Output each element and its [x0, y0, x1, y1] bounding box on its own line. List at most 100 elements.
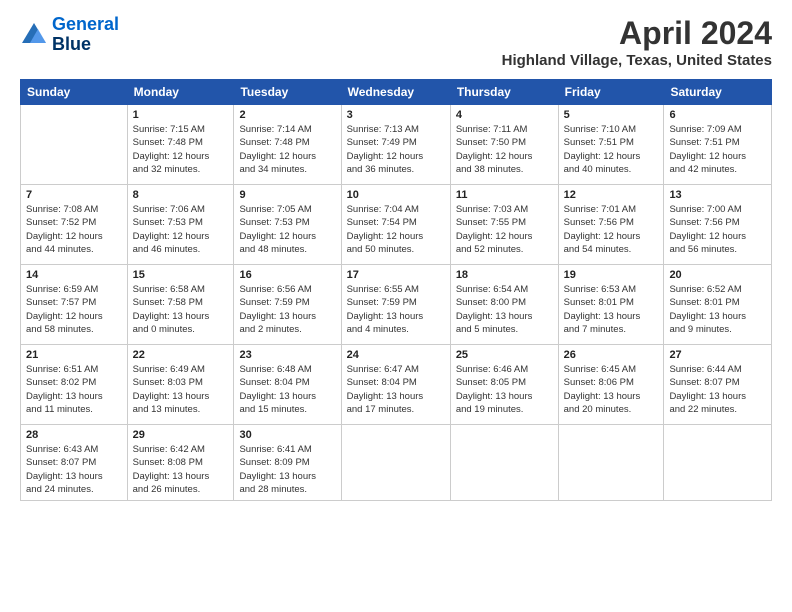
day-number: 2	[239, 109, 335, 121]
table-row: 28 Sunrise: 6:43 AMSunset: 8:07 PMDayligh…	[21, 425, 128, 501]
day-info: Sunrise: 6:44 AMSunset: 8:07 PMDaylight:…	[669, 363, 766, 416]
table-row: 19Sunrise: 6:53 AMSunset: 8:01 PMDayligh…	[558, 265, 664, 345]
table-row: 4 Sunrise: 7:11 AMSunset: 7:50 PMDaylight…	[450, 105, 558, 185]
calendar-week-row: 21 Sunrise: 6:51 AMSunset: 8:02 PMDayligh…	[21, 345, 772, 425]
day-number: 9	[239, 189, 335, 201]
calendar-header-row: Sunday Monday Tuesday Wednesday Thursday…	[21, 80, 772, 105]
table-row: 5Sunrise: 7:10 AMSunset: 7:51 PMDaylight…	[558, 105, 664, 185]
logo: General Blue	[20, 15, 119, 55]
day-info: Sunrise: 7:01 AMSunset: 7:56 PMDaylight:…	[564, 203, 659, 256]
calendar-week-row: 14 Sunrise: 6:59 AMSunset: 7:57 PMDayligh…	[21, 265, 772, 345]
day-number: 26	[564, 349, 659, 361]
day-info: Sunrise: 6:59 AMSunset: 7:57 PMDaylight:…	[26, 283, 122, 336]
day-info: Sunrise: 7:04 AMSunset: 7:54 PMDaylight:…	[347, 203, 445, 256]
table-row: 13 Sunrise: 7:00 AMSunset: 7:56 PMDayligh…	[664, 185, 772, 265]
day-info: Sunrise: 6:46 AMSunset: 8:05 PMDaylight:…	[456, 363, 553, 416]
day-number: 28	[26, 429, 122, 441]
day-info: Sunrise: 6:56 AMSunset: 7:59 PMDaylight:…	[239, 283, 335, 336]
col-saturday: Saturday	[664, 80, 772, 105]
table-row: 29 Sunrise: 6:42 AMSunset: 8:08 PMDayligh…	[127, 425, 234, 501]
day-number: 11	[456, 189, 553, 201]
month-title: April 2024	[502, 15, 772, 52]
table-row: 17 Sunrise: 6:55 AMSunset: 7:59 PMDayligh…	[341, 265, 450, 345]
day-number: 29	[133, 429, 229, 441]
day-info: Sunrise: 7:13 AMSunset: 7:49 PMDaylight:…	[347, 123, 445, 176]
table-row: 16 Sunrise: 6:56 AMSunset: 7:59 PMDayligh…	[234, 265, 341, 345]
day-number: 18	[456, 269, 553, 281]
table-row: 1 Sunrise: 7:15 AMSunset: 7:48 PMDaylight…	[127, 105, 234, 185]
col-friday: Friday	[558, 80, 664, 105]
table-row: 15Sunrise: 6:58 AMSunset: 7:58 PMDayligh…	[127, 265, 234, 345]
day-info: Sunrise: 7:11 AMSunset: 7:50 PMDaylight:…	[456, 123, 553, 176]
day-info: Sunrise: 6:43 AMSunset: 8:07 PMDaylight:…	[26, 443, 122, 496]
logo-icon	[20, 21, 48, 49]
table-row: 2 Sunrise: 7:14 AMSunset: 7:48 PMDaylight…	[234, 105, 341, 185]
table-row: 9Sunrise: 7:05 AMSunset: 7:53 PMDaylight…	[234, 185, 341, 265]
day-info: Sunrise: 7:14 AMSunset: 7:48 PMDaylight:…	[239, 123, 335, 176]
day-info: Sunrise: 6:52 AMSunset: 8:01 PMDaylight:…	[669, 283, 766, 336]
day-number: 14	[26, 269, 122, 281]
table-row: 24 Sunrise: 6:47 AMSunset: 8:04 PMDayligh…	[341, 345, 450, 425]
day-info: Sunrise: 7:03 AMSunset: 7:55 PMDaylight:…	[456, 203, 553, 256]
day-info: Sunrise: 6:45 AMSunset: 8:06 PMDaylight:…	[564, 363, 659, 416]
day-number: 17	[347, 269, 445, 281]
day-number: 21	[26, 349, 122, 361]
day-number: 8	[133, 189, 229, 201]
day-number: 27	[669, 349, 766, 361]
day-info: Sunrise: 6:47 AMSunset: 8:04 PMDaylight:…	[347, 363, 445, 416]
day-number: 7	[26, 189, 122, 201]
table-row	[558, 425, 664, 501]
calendar-week-row: 1 Sunrise: 7:15 AMSunset: 7:48 PMDaylight…	[21, 105, 772, 185]
table-row: 30Sunrise: 6:41 AMSunset: 8:09 PMDayligh…	[234, 425, 341, 501]
day-number: 16	[239, 269, 335, 281]
day-info: Sunrise: 6:49 AMSunset: 8:03 PMDaylight:…	[133, 363, 229, 416]
day-number: 19	[564, 269, 659, 281]
day-info: Sunrise: 7:00 AMSunset: 7:56 PMDaylight:…	[669, 203, 766, 256]
table-row: 25Sunrise: 6:46 AMSunset: 8:05 PMDayligh…	[450, 345, 558, 425]
table-row: 7 Sunrise: 7:08 AMSunset: 7:52 PMDaylight…	[21, 185, 128, 265]
header: General Blue April 2024 Highland Village…	[20, 15, 772, 69]
col-wednesday: Wednesday	[341, 80, 450, 105]
day-number: 12	[564, 189, 659, 201]
day-info: Sunrise: 7:15 AMSunset: 7:48 PMDaylight:…	[133, 123, 229, 176]
table-row: 3 Sunrise: 7:13 AMSunset: 7:49 PMDaylight…	[341, 105, 450, 185]
day-number: 24	[347, 349, 445, 361]
day-number: 13	[669, 189, 766, 201]
day-info: Sunrise: 6:48 AMSunset: 8:04 PMDaylight:…	[239, 363, 335, 416]
col-monday: Monday	[127, 80, 234, 105]
table-row	[341, 425, 450, 501]
day-info: Sunrise: 7:08 AMSunset: 7:52 PMDaylight:…	[26, 203, 122, 256]
table-row	[664, 425, 772, 501]
table-row: 20 Sunrise: 6:52 AMSunset: 8:01 PMDayligh…	[664, 265, 772, 345]
day-number: 10	[347, 189, 445, 201]
table-row: 27 Sunrise: 6:44 AMSunset: 8:07 PMDayligh…	[664, 345, 772, 425]
day-number: 20	[669, 269, 766, 281]
day-info: Sunrise: 7:09 AMSunset: 7:51 PMDaylight:…	[669, 123, 766, 176]
table-row: 6Sunrise: 7:09 AMSunset: 7:51 PMDaylight…	[664, 105, 772, 185]
col-tuesday: Tuesday	[234, 80, 341, 105]
day-info: Sunrise: 7:06 AMSunset: 7:53 PMDaylight:…	[133, 203, 229, 256]
day-info: Sunrise: 6:42 AMSunset: 8:08 PMDaylight:…	[133, 443, 229, 496]
day-info: Sunrise: 6:55 AMSunset: 7:59 PMDaylight:…	[347, 283, 445, 336]
table-row	[21, 105, 128, 185]
table-row: 10 Sunrise: 7:04 AMSunset: 7:54 PMDayligh…	[341, 185, 450, 265]
day-number: 3	[347, 109, 445, 121]
table-row: 12 Sunrise: 7:01 AMSunset: 7:56 PMDayligh…	[558, 185, 664, 265]
calendar-week-row: 7 Sunrise: 7:08 AMSunset: 7:52 PMDaylight…	[21, 185, 772, 265]
day-number: 1	[133, 109, 229, 121]
col-thursday: Thursday	[450, 80, 558, 105]
logo-text: General Blue	[52, 15, 119, 55]
day-number: 23	[239, 349, 335, 361]
day-number: 22	[133, 349, 229, 361]
table-row: 8 Sunrise: 7:06 AMSunset: 7:53 PMDaylight…	[127, 185, 234, 265]
table-row: 22 Sunrise: 6:49 AMSunset: 8:03 PMDayligh…	[127, 345, 234, 425]
table-row: 21 Sunrise: 6:51 AMSunset: 8:02 PMDayligh…	[21, 345, 128, 425]
table-row	[450, 425, 558, 501]
table-row: 14 Sunrise: 6:59 AMSunset: 7:57 PMDayligh…	[21, 265, 128, 345]
day-number: 4	[456, 109, 553, 121]
location: Highland Village, Texas, United States	[502, 52, 772, 69]
day-info: Sunrise: 6:51 AMSunset: 8:02 PMDaylight:…	[26, 363, 122, 416]
day-number: 5	[564, 109, 659, 121]
calendar: Sunday Monday Tuesday Wednesday Thursday…	[20, 79, 772, 501]
table-row: 23 Sunrise: 6:48 AMSunset: 8:04 PMDayligh…	[234, 345, 341, 425]
